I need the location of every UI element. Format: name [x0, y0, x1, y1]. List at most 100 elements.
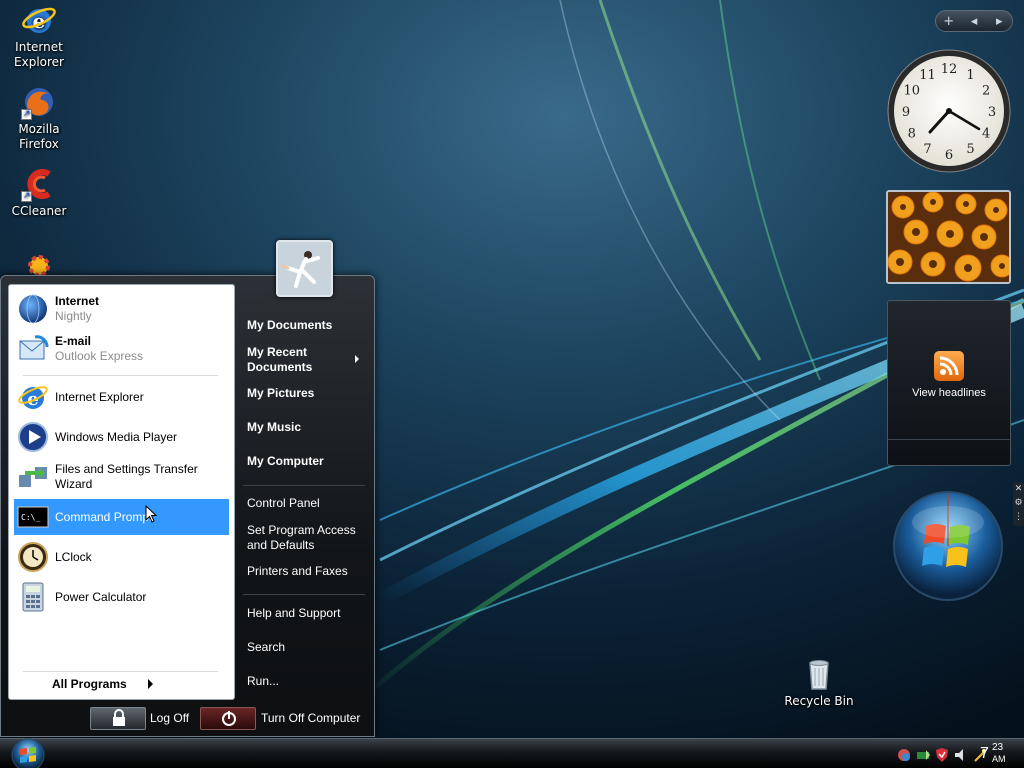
my-music-link[interactable]: My Music	[247, 420, 301, 435]
help-and-support-link[interactable]: Help and Support	[247, 606, 340, 621]
network-icon[interactable]	[896, 747, 912, 763]
clock-numeral: 8	[908, 127, 916, 142]
user-picture[interactable]	[276, 240, 333, 297]
search-link[interactable]: Search	[247, 640, 285, 655]
recent-transfer-wizard-label: Files and Settings Transfer Wizard	[55, 462, 198, 491]
pinned-internet[interactable]: Internet Nightly	[14, 291, 229, 327]
transfer-wizard-icon	[17, 461, 49, 493]
clock-numeral: 7	[923, 142, 931, 157]
clock-ampm: AM	[992, 754, 1006, 764]
svg-text:C:\_: C:\_	[21, 513, 40, 522]
shortcut-arrow-icon: ↗	[21, 109, 32, 120]
windows-logo-orb-gadget	[893, 491, 1003, 601]
control-panel-link[interactable]: Control Panel	[247, 496, 320, 511]
recent-transfer-wizard[interactable]: Files and Settings Transfer Wizard	[14, 459, 229, 495]
recent-internet-explorer-label: Internet Explorer	[55, 389, 144, 404]
set-program-access-label-1: Set Program Access	[247, 523, 356, 537]
media-player-icon	[17, 421, 49, 453]
safely-remove-hardware-icon[interactable]	[915, 747, 931, 763]
run-link[interactable]: Run...	[247, 674, 279, 689]
clock-gadget[interactable]: 12 12 3 45678 9 1011	[886, 48, 1012, 174]
start-menu-programs-pane: Internet Nightly E-mail Outlook Express e …	[8, 284, 235, 700]
my-recent-documents-link[interactable]: My Recent Documents	[247, 345, 312, 375]
recent-command-prompt-label: Command Prompt	[55, 509, 153, 524]
turn-off-label[interactable]: Turn Off Computer	[261, 711, 360, 725]
all-programs-separator	[23, 671, 218, 672]
recent-command-prompt[interactable]: C:\_ Command Prompt	[14, 499, 229, 535]
my-recent-documents-label-1: My Recent	[247, 345, 308, 359]
set-program-access-link[interactable]: Set Program Access and Defaults	[247, 523, 356, 553]
desktop-icon-internet-explorer[interactable]: e Internet Explorer	[0, 2, 78, 70]
pinned-separator	[23, 375, 218, 376]
mouse-cursor-icon	[145, 505, 157, 523]
internet-explorer-icon: e	[17, 381, 49, 413]
start-button[interactable]	[6, 735, 50, 768]
desktop-icon-ccleaner[interactable]: ↗ CCleaner	[0, 166, 78, 219]
karate-user-avatar	[278, 242, 331, 295]
clock-numeral: 6	[945, 148, 953, 163]
lock-icon	[113, 709, 125, 726]
add-gadget-button[interactable]: +	[939, 14, 959, 29]
pinned-email[interactable]: E-mail Outlook Express	[14, 331, 229, 367]
printers-and-faxes-link[interactable]: Printers and Faxes	[247, 564, 348, 579]
clock-hour: 7	[980, 745, 989, 762]
my-computer-link[interactable]: My Computer	[247, 454, 324, 469]
clock-numeral: 10	[904, 84, 921, 99]
my-pictures-link[interactable]: My Pictures	[247, 386, 314, 401]
taskbar	[0, 738, 1024, 768]
recent-lclock[interactable]: LClock	[14, 539, 229, 575]
my-documents-link[interactable]: My Documents	[247, 318, 332, 333]
wrench-icon[interactable]: ⚙	[1013, 496, 1024, 510]
recent-internet-explorer[interactable]: e Internet Explorer	[14, 379, 229, 415]
pinned-internet-subtitle: Nightly	[55, 309, 92, 323]
clock-numeral: 1	[966, 68, 974, 83]
clock-numeral: 4	[982, 127, 990, 142]
globe-icon	[17, 293, 49, 325]
security-shield-icon[interactable]	[934, 747, 950, 763]
recycle-bin-icon	[801, 656, 837, 692]
clock-numeral: 2	[982, 84, 990, 99]
chevron-right-icon	[355, 355, 359, 363]
set-program-access-label-2: and Defaults	[247, 538, 315, 552]
next-page-button[interactable]: ▸	[989, 14, 1009, 29]
internet-explorer-icon: e	[21, 2, 57, 38]
drag-handle-icon[interactable]: ⋮	[1013, 510, 1024, 524]
feed-divider	[888, 439, 1010, 440]
log-off-button[interactable]	[90, 707, 146, 730]
lclock-icon	[17, 541, 49, 573]
clock-numeral: 12	[941, 62, 958, 77]
recent-power-calculator-label: Power Calculator	[55, 589, 147, 604]
all-programs-button[interactable]: All Programs	[52, 677, 172, 695]
slideshow-gadget[interactable]	[886, 190, 1011, 284]
recent-windows-media-player-label: Windows Media Player	[55, 429, 178, 444]
recent-windows-media-player[interactable]: Windows Media Player	[14, 419, 229, 455]
sidebar-controls: + ◂ ▸	[935, 10, 1013, 32]
command-prompt-icon: C:\_	[17, 501, 49, 533]
clock-numeral: 11	[919, 68, 936, 83]
calculator-icon	[17, 581, 49, 613]
log-off-label[interactable]: Log Off	[150, 711, 189, 725]
clock-numeral: 5	[966, 142, 974, 157]
outlook-express-icon	[17, 333, 49, 365]
clock-minute: 23	[992, 742, 1004, 753]
gadget-tools[interactable]: ✕ ⚙ ⋮	[1013, 482, 1024, 526]
clock-numeral: 9	[902, 105, 910, 120]
pinned-email-title: E-mail	[55, 334, 92, 348]
previous-page-button[interactable]: ◂	[964, 14, 984, 29]
recent-lclock-label: LClock	[55, 549, 92, 564]
right-column-separator	[243, 485, 365, 486]
speaker-icon[interactable]	[953, 747, 969, 763]
clock-numeral: 3	[988, 105, 996, 120]
right-column-separator	[243, 594, 365, 595]
close-icon[interactable]: ✕	[1013, 482, 1024, 496]
desktop-icon-recycle-bin[interactable]: Recycle Bin	[780, 656, 858, 709]
ccleaner-icon: ↗	[21, 166, 57, 202]
desktop-icon-mozilla-firefox[interactable]: ↗ Mozilla Firefox	[0, 84, 78, 152]
pinned-internet-title: Internet	[55, 294, 100, 308]
view-headlines-label: View headlines	[912, 387, 986, 399]
turn-off-button[interactable]	[200, 707, 256, 730]
feed-headlines-gadget[interactable]: View headlines	[887, 300, 1011, 466]
flowers-photo	[888, 192, 1009, 282]
recent-power-calculator[interactable]: Power Calculator	[14, 579, 229, 615]
chevron-right-icon	[148, 679, 153, 689]
